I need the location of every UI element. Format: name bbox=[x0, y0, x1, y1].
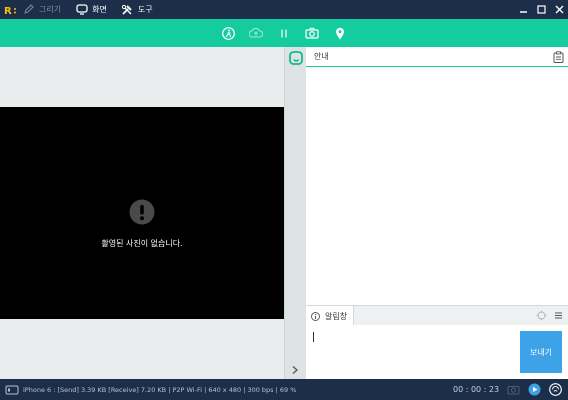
connection-info: iPhone 6 : [Send] 3.39 KB [Receive] 7.20… bbox=[23, 385, 297, 394]
tab-alert[interactable]: 알림창 bbox=[306, 306, 354, 326]
screenshot-icon[interactable] bbox=[506, 382, 520, 396]
status-bar: iPhone 6 : [Send] 3.39 KB [Receive] 7.20… bbox=[0, 379, 568, 400]
photo-panel: 촬영된 사진이 없습니다. bbox=[0, 47, 284, 379]
maximize-icon[interactable] bbox=[536, 5, 546, 15]
chevron-right-icon[interactable] bbox=[290, 365, 300, 375]
exclamation-icon bbox=[129, 199, 155, 225]
guide-title: 안내 bbox=[314, 52, 329, 61]
send-button[interactable]: 보내기 bbox=[520, 331, 562, 373]
pause-icon[interactable] bbox=[277, 26, 291, 40]
menu-draw-label: 그리기 bbox=[39, 5, 62, 14]
menu-lines-icon[interactable] bbox=[553, 310, 564, 321]
chat-toggle-icon[interactable] bbox=[289, 51, 303, 65]
record-timer: 00 : 00 : 23 bbox=[453, 385, 500, 394]
no-photo-message: 촬영된 사진이 없습니다. bbox=[101, 239, 183, 248]
tab-alert-label: 알림창 bbox=[325, 311, 348, 321]
menu-tools[interactable]: 도구 bbox=[121, 3, 153, 16]
monitor-icon bbox=[75, 3, 88, 16]
minimize-icon[interactable] bbox=[518, 5, 528, 15]
photo-view: 촬영된 사진이 없습니다. bbox=[0, 107, 284, 319]
close-icon[interactable] bbox=[554, 5, 564, 15]
cloud-icon[interactable] bbox=[249, 26, 263, 40]
walk-icon[interactable] bbox=[221, 26, 235, 40]
side-strip bbox=[284, 47, 306, 379]
camera-icon[interactable] bbox=[305, 26, 319, 40]
disconnect-icon[interactable] bbox=[548, 382, 562, 396]
menu-screen[interactable]: 화면 bbox=[75, 3, 107, 16]
device-icon bbox=[5, 385, 19, 395]
capture-toolbar bbox=[0, 19, 568, 47]
alert-tabbar: 알림창 bbox=[306, 305, 568, 326]
message-input[interactable] bbox=[306, 325, 518, 379]
app-logo-icon: R bbox=[0, 0, 22, 19]
pen-icon bbox=[22, 3, 35, 16]
location-pin-icon[interactable] bbox=[333, 26, 347, 40]
guide-header: 안내 bbox=[306, 47, 568, 67]
menu-tools-label: 도구 bbox=[137, 5, 153, 14]
clipboard-icon[interactable] bbox=[553, 51, 564, 63]
svg-text:R: R bbox=[4, 6, 12, 15]
info-icon bbox=[311, 311, 320, 321]
title-bar: R 그리기 화면 도구 bbox=[0, 0, 568, 19]
menu-draw[interactable]: 그리기 bbox=[22, 3, 61, 16]
tools-icon bbox=[121, 3, 134, 16]
record-icon[interactable] bbox=[527, 382, 541, 396]
crosshair-icon[interactable] bbox=[536, 310, 547, 321]
text-caret bbox=[313, 332, 314, 342]
menu-screen-label: 화면 bbox=[92, 5, 107, 14]
guide-panel: 안내 알림창 보내기 bbox=[306, 47, 568, 379]
